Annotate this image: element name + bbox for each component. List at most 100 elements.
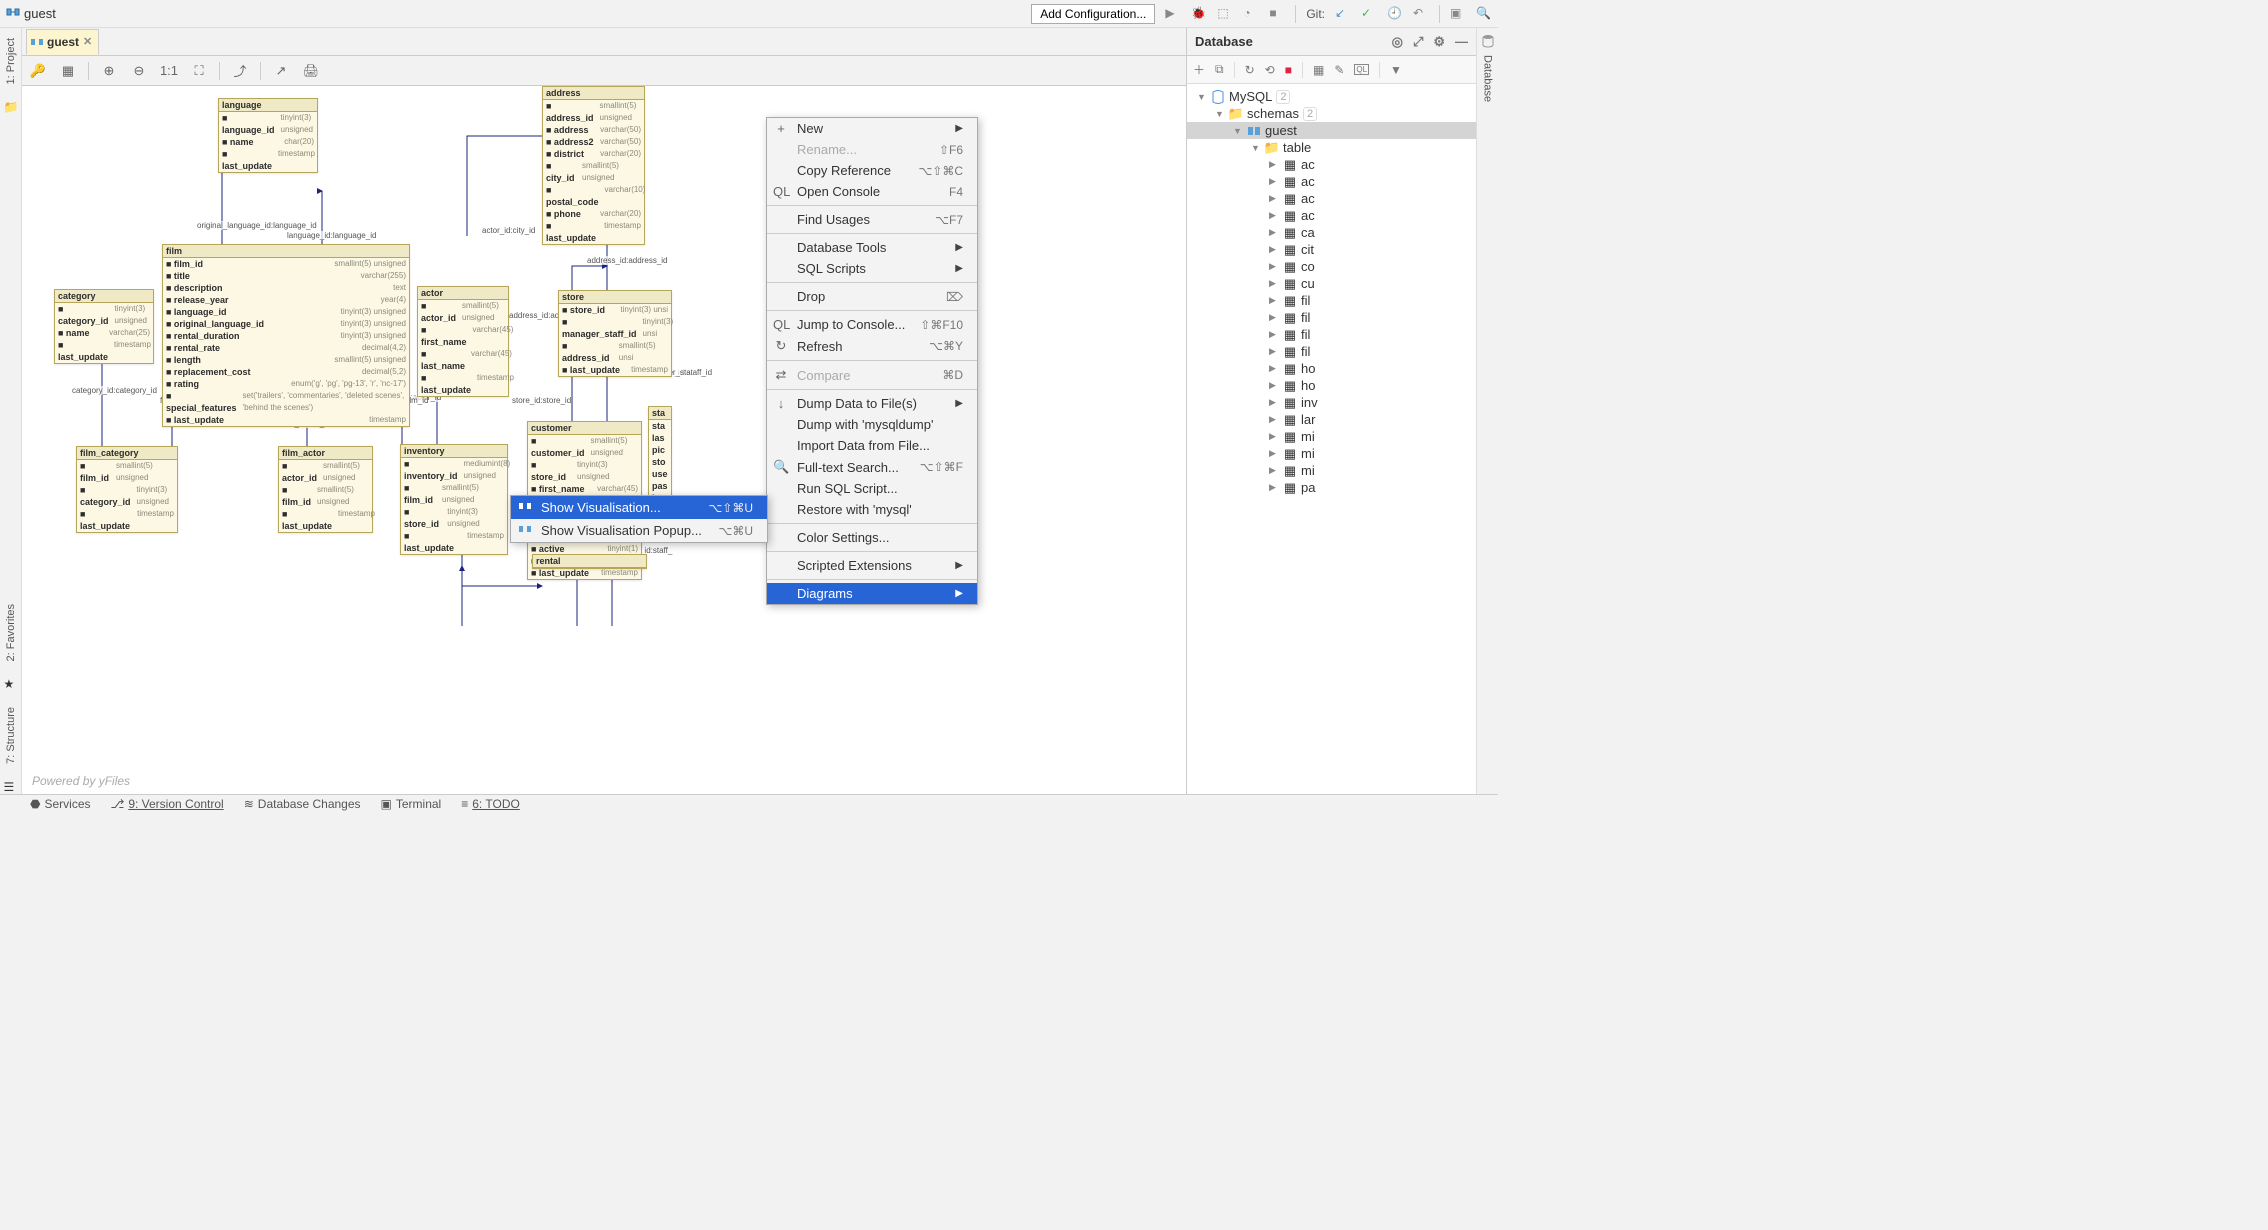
menu-item[interactable]: Run SQL Script... — [767, 478, 977, 499]
print-icon[interactable]: 🖨 — [301, 61, 321, 81]
table-film-actor[interactable]: film_actor■ actor_idsmallint(5) unsigned… — [278, 446, 373, 533]
menu-item[interactable]: Import Data from File... — [767, 435, 977, 456]
diagram-canvas[interactable]: original_language_id:language_id languag… — [22, 86, 1186, 794]
submenu-item[interactable]: Show Visualisation Popup...⌥⌘U — [511, 519, 767, 542]
tree-table-item[interactable]: ▶▦lar — [1187, 411, 1476, 428]
tree-tables-folder[interactable]: ▼ 📁 table — [1187, 139, 1476, 156]
search-everywhere-icon[interactable]: 🔍 — [1476, 6, 1492, 22]
menu-item[interactable]: +New▶ — [767, 118, 977, 139]
editor-tab-guest[interactable]: guest ✕ — [26, 29, 99, 55]
table-rental[interactable]: rental — [532, 554, 647, 569]
zoom-actual-icon[interactable]: 1:1 — [159, 61, 179, 81]
key-icon[interactable]: 🔑 — [28, 61, 48, 81]
tree-table-item[interactable]: ▶▦fil — [1187, 343, 1476, 360]
fit-icon[interactable]: ⛶ — [189, 61, 209, 81]
menu-item[interactable]: QLJump to Console...⇧⌘F10 — [767, 314, 977, 335]
copy-icon[interactable]: ⧉ — [1215, 62, 1224, 77]
tree-table-item[interactable]: ▶▦ho — [1187, 377, 1476, 394]
tree-table-item[interactable]: ▶▦ac — [1187, 190, 1476, 207]
sync-icon[interactable]: ⟲ — [1265, 63, 1275, 77]
target-icon[interactable]: ◎ — [1392, 34, 1403, 50]
menu-item[interactable]: Drop⌦ — [767, 286, 977, 307]
run-icon[interactable]: ▶ — [1165, 6, 1181, 22]
close-tab-icon[interactable]: ✕ — [83, 35, 92, 48]
export-icon[interactable]: ↗ — [271, 61, 291, 81]
tree-schemas[interactable]: ▼ 📁 schemas 2 — [1187, 105, 1476, 122]
structure-tab[interactable]: 7: Structure — [5, 703, 17, 768]
database-tree[interactable]: ▼ MySQL 2 ▼ 📁 schemas 2 ▼ guest ▼ 📁 tabl… — [1187, 84, 1476, 794]
tree-table-item[interactable]: ▶▦mi — [1187, 462, 1476, 479]
menu-item[interactable]: Copy Reference⌥⇧⌘C — [767, 160, 977, 181]
layout-icon[interactable]: ⤴ — [230, 61, 250, 81]
minimize-icon[interactable]: — — [1455, 34, 1468, 50]
grid-icon[interactable]: ▦ — [58, 61, 78, 81]
menu-item[interactable]: SQL Scripts▶ — [767, 258, 977, 279]
services-button[interactable]: ⬣ Services — [30, 797, 91, 811]
menu-item[interactable]: Restore with 'mysql' — [767, 499, 977, 520]
table-actor[interactable]: actor■ actor_idsmallint(5) unsigned■ fir… — [417, 286, 509, 397]
refresh-icon[interactable]: ↻ — [1245, 63, 1255, 77]
git-update-icon[interactable]: ↙ — [1335, 6, 1351, 22]
tree-table-item[interactable]: ▶▦ho — [1187, 360, 1476, 377]
todo-button[interactable]: ≡ 6: TODO — [461, 797, 520, 811]
tree-datasource[interactable]: ▼ MySQL 2 — [1187, 88, 1476, 105]
add-icon[interactable]: ＋ — [1193, 61, 1205, 78]
stop-icon[interactable]: ■ — [1269, 6, 1285, 22]
tree-schema-guest[interactable]: ▼ guest — [1187, 122, 1476, 139]
favorites-tab[interactable]: 2: Favorites — [5, 600, 17, 665]
profile-icon[interactable]: ◔ — [1243, 6, 1259, 22]
menu-item[interactable]: Diagrams▶ — [767, 583, 977, 604]
expand-icon[interactable]: ⤢ — [1413, 34, 1423, 50]
tree-table-item[interactable]: ▶▦ac — [1187, 207, 1476, 224]
table-address[interactable]: address■ address_idsmallint(5) unsigned■… — [542, 86, 645, 245]
menu-item[interactable]: Color Settings... — [767, 527, 977, 548]
project-tab[interactable]: 1: Project — [5, 34, 17, 88]
menu-item[interactable]: QLOpen ConsoleF4 — [767, 181, 977, 202]
menu-item[interactable]: ↓Dump Data to File(s)▶ — [767, 393, 977, 414]
table-film-category[interactable]: film_category■ film_idsmallint(5) unsign… — [76, 446, 178, 533]
tree-table-item[interactable]: ▶▦pa — [1187, 479, 1476, 496]
settings-icon[interactable]: ⚙ — [1433, 34, 1445, 50]
coverage-icon[interactable]: ⬚ — [1217, 6, 1233, 22]
tree-table-item[interactable]: ▶▦fil — [1187, 309, 1476, 326]
filter-icon[interactable]: ▼ — [1390, 63, 1402, 77]
tree-table-item[interactable]: ▶▦fil — [1187, 326, 1476, 343]
table-store[interactable]: store■ store_idtinyint(3) unsi■ manager_… — [558, 290, 672, 377]
vcs-button[interactable]: ⎇ 9: Version Control — [111, 797, 224, 811]
menu-item[interactable]: Database Tools▶ — [767, 237, 977, 258]
table-cutoff[interactable]: sta sta las pic sto use pas las — [648, 406, 672, 505]
git-revert-icon[interactable]: ↶ — [1413, 6, 1429, 22]
tree-table-item[interactable]: ▶▦ac — [1187, 173, 1476, 190]
database-tab[interactable]: Database — [1482, 51, 1494, 106]
stop-square-icon[interactable]: ■ — [1285, 63, 1292, 77]
tree-table-item[interactable]: ▶▦cu — [1187, 275, 1476, 292]
menu-item[interactable]: Dump with 'mysqldump' — [767, 414, 977, 435]
table-inventory[interactable]: inventory■ inventory_idmediumint(8) unsi… — [400, 444, 508, 555]
debug-icon[interactable]: 🐞 — [1191, 6, 1207, 22]
menu-item[interactable]: Find Usages⌥F7 — [767, 209, 977, 230]
tree-table-item[interactable]: ▶▦fil — [1187, 292, 1476, 309]
zoom-out-icon[interactable]: ⊖ — [129, 61, 149, 81]
tree-table-item[interactable]: ▶▦ca — [1187, 224, 1476, 241]
ide-script-icon[interactable]: ▣ — [1450, 6, 1466, 22]
submenu-item[interactable]: Show Visualisation...⌥⇧⌘U — [511, 496, 767, 519]
tree-table-item[interactable]: ▶▦ac — [1187, 156, 1476, 173]
db-changes-button[interactable]: ≋ Database Changes — [244, 797, 361, 811]
table-film[interactable]: film■ film_idsmallint(5) unsigned■ title… — [162, 244, 410, 427]
zoom-in-icon[interactable]: ⊕ — [99, 61, 119, 81]
table-category[interactable]: category■ category_idtinyint(3) unsigned… — [54, 289, 154, 364]
table-view-icon[interactable]: ▦ — [1313, 63, 1324, 77]
tree-table-item[interactable]: ▶▦mi — [1187, 445, 1476, 462]
menu-item[interactable]: Scripted Extensions▶ — [767, 555, 977, 576]
tree-table-item[interactable]: ▶▦mi — [1187, 428, 1476, 445]
add-configuration-button[interactable]: Add Configuration... — [1031, 4, 1155, 24]
tree-table-item[interactable]: ▶▦co — [1187, 258, 1476, 275]
menu-item[interactable]: ↻Refresh⌥⌘Y — [767, 335, 977, 357]
git-history-icon[interactable]: 🕘 — [1387, 6, 1403, 22]
table-language[interactable]: language■ language_idtinyint(3) unsigned… — [218, 98, 318, 173]
tree-table-item[interactable]: ▶▦inv — [1187, 394, 1476, 411]
tree-table-item[interactable]: ▶▦cit — [1187, 241, 1476, 258]
terminal-button[interactable]: ▣ Terminal — [381, 797, 442, 811]
edit-icon[interactable]: ✎ — [1334, 63, 1344, 77]
menu-item[interactable]: 🔍Full-text Search...⌥⇧⌘F — [767, 456, 977, 478]
